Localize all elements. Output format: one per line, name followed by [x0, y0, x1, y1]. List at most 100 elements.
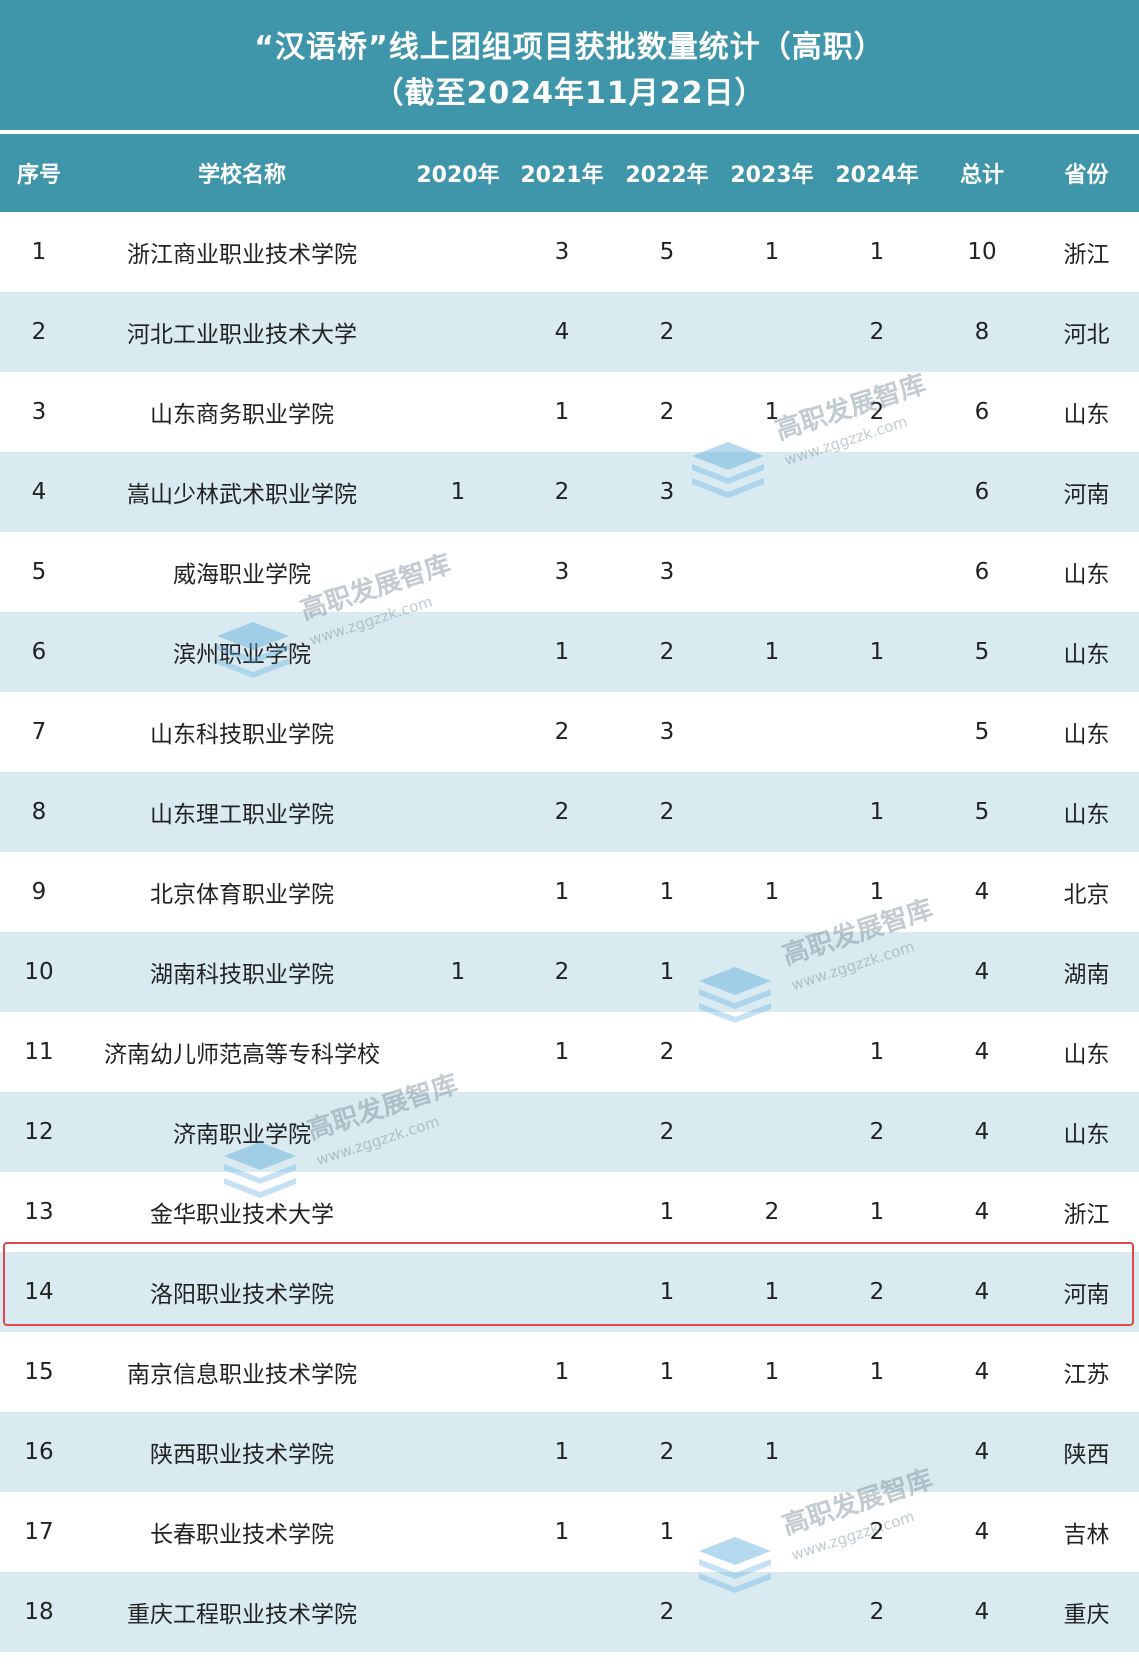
cell-y2024: 2: [869, 1599, 885, 1625]
cell-y2021: 1: [554, 639, 570, 665]
cell-y2022: 2: [659, 1439, 675, 1465]
header-cell-2024: 2024年: [835, 163, 919, 188]
header-cell-index: 序号: [16, 163, 61, 188]
cell-total: 4: [974, 1439, 990, 1465]
cell-total: 4: [974, 1199, 990, 1225]
cell-province: 山东: [1063, 642, 1110, 668]
cell-y2021: 1: [554, 399, 570, 425]
header-cell-2020: 2020年: [416, 163, 500, 188]
cell-total: 5: [974, 639, 990, 665]
table-row: 16 陕西职业技术学院 1 2 1 4 陕西: [0, 1412, 1139, 1492]
cell-y2021: 1: [554, 1439, 570, 1465]
cell-y2020: [406, 212, 510, 292]
cell-y2024: [824, 692, 930, 772]
cell-y2022: 1: [659, 1199, 675, 1225]
cell-y2024: 1: [869, 879, 885, 905]
cell-province: 重庆: [1063, 1602, 1110, 1628]
cell-y2021: 1: [554, 1519, 570, 1545]
table-row: 17 长春职业技术学院 1 1 2 4 吉林: [0, 1492, 1139, 1572]
table-row: 10 湖南科技职业学院 1 2 1 4 湖南: [0, 932, 1139, 1012]
cell-y2024: 2: [869, 399, 885, 425]
cell-school: 山东理工职业学院: [150, 802, 334, 828]
cell-school: 陕西职业技术学院: [150, 1442, 334, 1468]
cell-school: 山东商务职业学院: [150, 402, 334, 428]
cell-total: 10: [967, 239, 997, 265]
cell-province: 江苏: [1063, 1362, 1110, 1388]
cell-total: 5: [974, 799, 990, 825]
cell-y2020: [406, 532, 510, 612]
table-row: 11 济南幼儿师范高等专科学校 1 2 1 4 山东: [0, 1012, 1139, 1092]
cell-index: 17: [24, 1519, 54, 1545]
cell-y2021: 2: [554, 959, 570, 985]
table-row: 4 嵩山少林武术职业学院 1 2 3 6 河南: [0, 452, 1139, 532]
cell-total: 4: [974, 1599, 990, 1625]
header-cell-total: 总计: [959, 163, 1004, 188]
header-cell-province: 省份: [1064, 163, 1109, 188]
cell-province: 山东: [1063, 1122, 1110, 1148]
table-row: 1 浙江商业职业技术学院 3 5 1 1 10 浙江: [0, 212, 1139, 292]
cell-total: 8: [974, 319, 990, 345]
cell-total: 4: [974, 1119, 990, 1145]
cell-y2023: [720, 452, 824, 532]
cell-y2024: 1: [869, 799, 885, 825]
cell-province: 湖南: [1063, 962, 1110, 988]
cell-y2021: 3: [554, 239, 570, 265]
cell-y2021: 2: [554, 799, 570, 825]
cell-y2022: 5: [659, 239, 675, 265]
cell-y2024: 1: [869, 1199, 885, 1225]
cell-school: 滨州职业学院: [173, 642, 311, 668]
cell-school: 嵩山少林武术职业学院: [127, 482, 357, 508]
cell-y2020: [406, 1092, 510, 1172]
cell-y2023: 1: [764, 239, 780, 265]
cell-y2020: [406, 772, 510, 852]
cell-total: 4: [974, 959, 990, 985]
cell-y2023: 1: [764, 1359, 780, 1385]
table-row: 12 济南职业学院 2 2 4 山东: [0, 1092, 1139, 1172]
cell-y2020: [406, 692, 510, 772]
table-row: 7 山东科技职业学院 2 3 5 山东: [0, 692, 1139, 772]
cell-index: 16: [24, 1439, 54, 1465]
cell-y2023: [720, 532, 824, 612]
table-row: 2 河北工业职业技术大学 4 2 2 8 河北: [0, 292, 1139, 372]
cell-province: 河北: [1063, 322, 1110, 348]
cell-total: 6: [974, 479, 990, 505]
highlighted-row-outline: [3, 1242, 1134, 1326]
cell-y2023: 1: [764, 639, 780, 665]
cell-school: 湖南科技职业学院: [150, 962, 334, 988]
cell-y2020: [406, 1012, 510, 1092]
cell-y2023: [720, 692, 824, 772]
cell-y2022: 1: [659, 1359, 675, 1385]
cell-y2023: [720, 1012, 824, 1092]
cell-y2022: 3: [659, 559, 675, 585]
statistics-table-page: “汉语桥”线上团组项目获批数量统计（高职） （截至2024年11月22日） 序号…: [0, 0, 1139, 1664]
cell-index: 2: [31, 319, 47, 345]
table-header: 序号 学校名称 2020年 2021年 2022年 2023年 2024年 总计…: [0, 134, 1139, 212]
cell-index: 3: [31, 399, 47, 425]
table-row: 6 滨州职业学院 1 2 1 1 5 山东: [0, 612, 1139, 692]
cell-school: 山东科技职业学院: [150, 722, 334, 748]
cell-y2024: 1: [869, 639, 885, 665]
cell-y2023: 2: [764, 1199, 780, 1225]
cell-y2020: [406, 292, 510, 372]
cell-y2020: [406, 612, 510, 692]
cell-y2022: 2: [659, 399, 675, 425]
cell-y2020: [406, 1492, 510, 1572]
cell-y2023: [720, 772, 824, 852]
cell-province: 吉林: [1063, 1522, 1110, 1548]
cell-y2024: 2: [869, 319, 885, 345]
cell-index: 1: [31, 239, 47, 265]
cell-y2021: [510, 1172, 614, 1252]
cell-y2024: [824, 1412, 930, 1492]
cell-index: 9: [31, 879, 47, 905]
table-row: 13 金华职业技术大学 1 2 1 4 浙江: [0, 1172, 1139, 1252]
cell-y2022: 2: [659, 639, 675, 665]
cell-province: 山东: [1063, 722, 1110, 748]
cell-school: 济南幼儿师范高等专科学校: [104, 1042, 380, 1068]
cell-index: 15: [24, 1359, 54, 1385]
cell-school: 威海职业学院: [173, 562, 311, 588]
cell-total: 4: [974, 1359, 990, 1385]
cell-y2020: [406, 1332, 510, 1412]
header-cell-2021: 2021年: [520, 163, 604, 188]
cell-y2024: 1: [869, 1359, 885, 1385]
cell-y2023: [720, 932, 824, 1012]
